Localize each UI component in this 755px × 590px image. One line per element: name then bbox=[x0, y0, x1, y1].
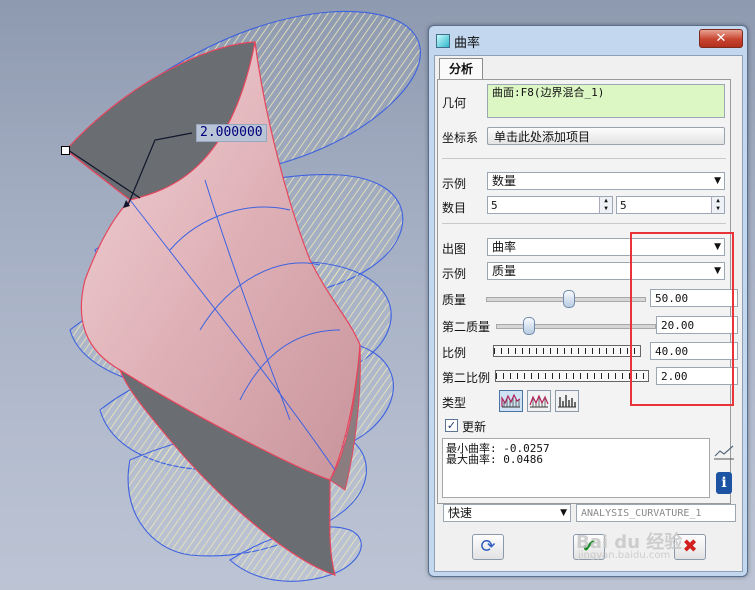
comb-type2-button[interactable] bbox=[527, 390, 551, 412]
instance2-select-value: 质量 bbox=[492, 264, 517, 278]
comb-graph-icon bbox=[501, 393, 521, 408]
results-box: 最小曲率: -0.0257 最大曲率: 0.0486 bbox=[442, 438, 710, 498]
output-select-value: 曲率 bbox=[492, 240, 517, 254]
scale-ruler[interactable] bbox=[493, 345, 641, 357]
divider bbox=[442, 223, 726, 224]
quality-input[interactable]: 50.00 bbox=[650, 289, 738, 307]
geometry-label: 几何 bbox=[442, 96, 467, 110]
geometry-field[interactable]: 曲面:F8(边界混合_1) bbox=[487, 84, 725, 118]
quality-label: 质量 bbox=[442, 293, 467, 307]
bar-graph-icon bbox=[558, 395, 576, 408]
comb-type3-button[interactable] bbox=[555, 390, 579, 412]
count-spinner-2[interactable]: 5 ▲ ▼ bbox=[616, 196, 725, 214]
coordsys-field[interactable]: 单击此处添加项目 bbox=[487, 127, 725, 145]
instance2-select[interactable]: 质量 ▼ bbox=[487, 262, 725, 280]
scale-input[interactable]: 40.00 bbox=[650, 342, 738, 360]
scale-label: 比例 bbox=[442, 346, 467, 360]
quality2-slider[interactable] bbox=[496, 324, 656, 329]
comb-graph2-icon bbox=[529, 394, 549, 408]
close-button[interactable]: ✕ bbox=[699, 29, 743, 48]
mode-select-value: 快速 bbox=[448, 506, 473, 520]
divider bbox=[442, 158, 726, 159]
count-value-2: 5 bbox=[620, 199, 627, 212]
output-label: 出图 bbox=[442, 242, 467, 256]
update-checkbox[interactable]: ✓ bbox=[445, 419, 458, 432]
count-value-1: 5 bbox=[491, 199, 498, 212]
coordsys-label: 坐标系 bbox=[442, 131, 479, 145]
graph-icon[interactable] bbox=[713, 444, 735, 462]
chevron-down-icon: ▼ bbox=[560, 508, 567, 518]
dialog-client: 分析 几何 曲面:F8(边界混合_1) 坐标系 单击此处添加项目 示例 数量 ▼… bbox=[434, 55, 743, 572]
scale2-label: 第二比例 bbox=[442, 371, 491, 385]
quality2-label: 第二质量 bbox=[442, 320, 491, 334]
instance1-label: 示例 bbox=[442, 177, 467, 191]
spinner-arrows-icon[interactable]: ▲ ▼ bbox=[711, 197, 724, 213]
instance2-label: 示例 bbox=[442, 267, 467, 281]
max-curvature-text: 最大曲率: 0.0486 bbox=[446, 453, 543, 466]
instance1-select[interactable]: 数量 ▼ bbox=[487, 172, 725, 190]
chevron-down-icon: ▼ bbox=[714, 176, 721, 186]
dimension-label[interactable]: 2.000000 bbox=[196, 124, 267, 142]
count-spinner-1[interactable]: 5 ▲ ▼ bbox=[487, 196, 613, 214]
dialog-title: 曲率 bbox=[454, 36, 481, 51]
tab-analysis[interactable]: 分析 bbox=[439, 58, 483, 80]
refresh-icon: ⟳ bbox=[480, 536, 496, 557]
surface-model[interactable] bbox=[0, 0, 430, 590]
chevron-down-icon: ▼ bbox=[714, 266, 721, 276]
scale2-ruler[interactable] bbox=[495, 370, 649, 382]
app-icon bbox=[436, 34, 450, 48]
quality2-slider-thumb[interactable] bbox=[522, 317, 535, 335]
analysis-name-field[interactable]: ANALYSIS_CURVATURE_1 bbox=[576, 504, 736, 522]
repaint-button[interactable]: ⟳ bbox=[472, 534, 504, 560]
scale2-input[interactable]: 2.00 bbox=[656, 367, 738, 385]
comb-type-button[interactable] bbox=[499, 390, 523, 412]
watermark-url: jingyan.baidu.com bbox=[578, 550, 671, 561]
instance1-select-value: 数量 bbox=[492, 174, 517, 188]
mode-select[interactable]: 快速 ▼ bbox=[443, 504, 571, 522]
chevron-down-icon: ▼ bbox=[714, 242, 721, 252]
update-label: 更新 bbox=[462, 420, 487, 434]
quality2-input[interactable]: 20.00 bbox=[656, 316, 738, 334]
quality-slider-thumb[interactable] bbox=[563, 290, 576, 308]
dialog-titlebar[interactable]: 曲率 ✕ bbox=[429, 26, 747, 54]
type-label: 类型 bbox=[442, 396, 467, 410]
selection-handle[interactable] bbox=[61, 146, 70, 155]
spinner-arrows-icon[interactable]: ▲ ▼ bbox=[599, 197, 612, 213]
count-label: 数目 bbox=[442, 201, 467, 215]
info-icon[interactable]: i bbox=[716, 472, 732, 494]
output-select[interactable]: 曲率 ▼ bbox=[487, 238, 725, 256]
curvature-dialog: 曲率 ✕ 分析 几何 曲面:F8(边界混合_1) 坐标系 单击此处添加项目 示例… bbox=[428, 25, 748, 577]
